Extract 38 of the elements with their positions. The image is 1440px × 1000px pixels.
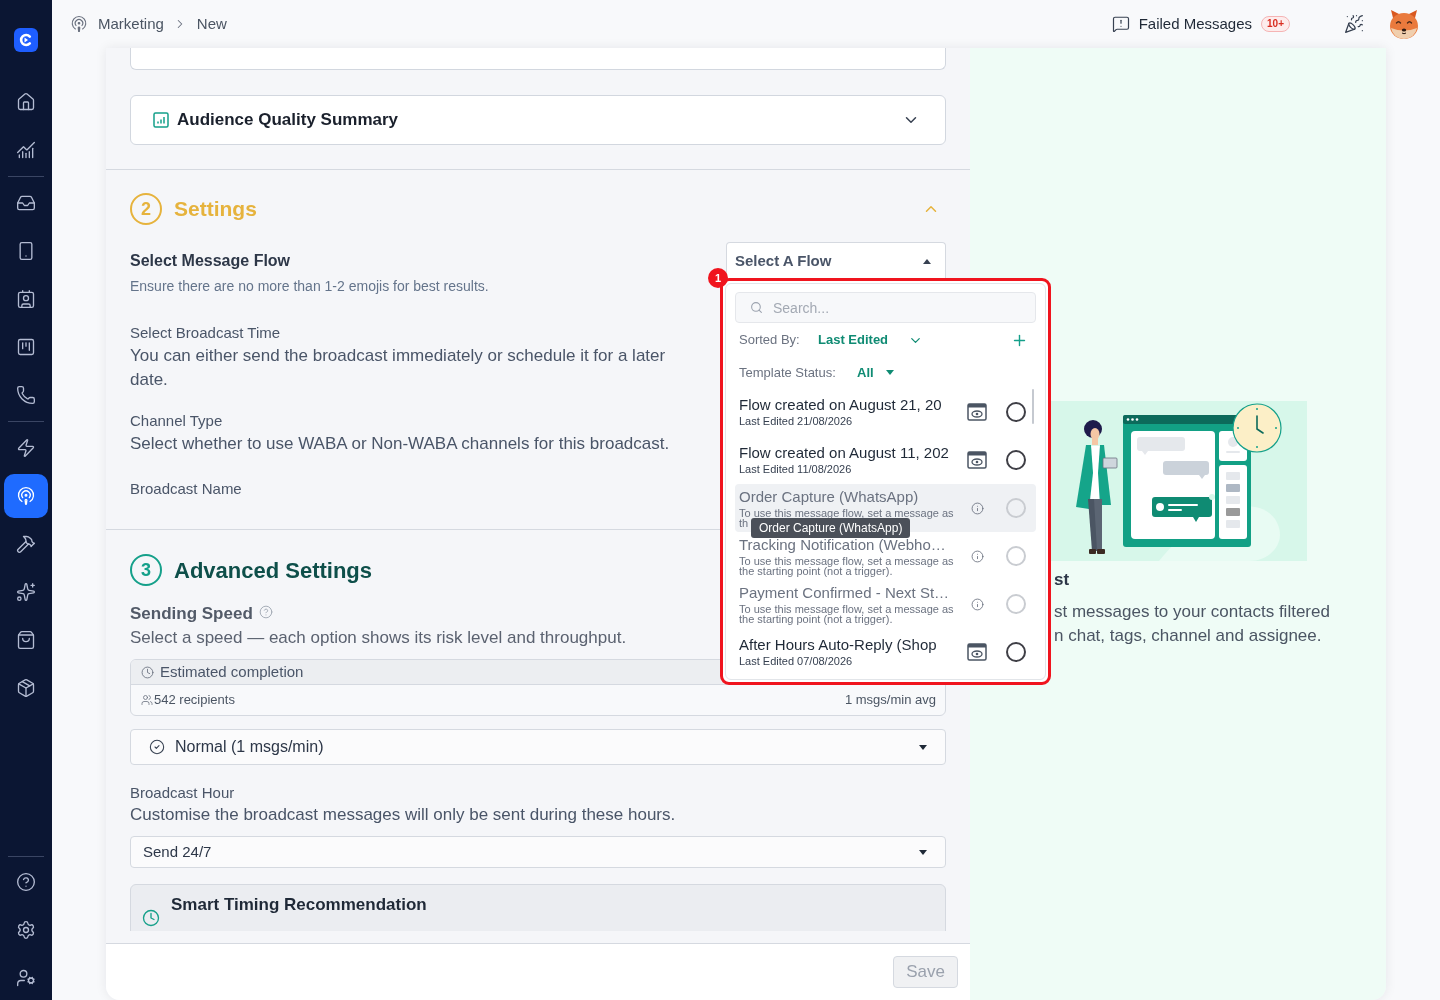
field-description: Customise the broadcast messages will only be sent during these hours.: [130, 804, 676, 826]
estimate-title: Estimated completion: [160, 661, 304, 682]
field-description: Select a speed — each option shows its risk level and throughput.: [130, 627, 627, 649]
flow-title: Order Capture (WhatsApp): [739, 488, 919, 506]
flow-title: Flow created on August 21, 20: [739, 396, 942, 414]
flow-description: th: [739, 518, 749, 528]
field-description: Ensure there are no more than 1-2 emojis for best results.: [130, 277, 489, 296]
flow-title: Payment Confirmed - Next St…: [739, 584, 950, 602]
flow-subtitle: Last Edited 11/08/2026: [739, 462, 852, 476]
flow-subtitle: Last Edited 21/08/2026: [739, 414, 853, 428]
field-label: Sending Speed: [130, 603, 253, 625]
recipient-count: 542 recipients: [154, 691, 235, 710]
flow-title: After Hours Auto-Reply (Shop: [739, 636, 937, 654]
section-title: Settings: [174, 196, 257, 223]
step-number: 3: [130, 554, 162, 586]
field-label: Channel Type: [130, 411, 223, 431]
field-label: Broadcast Name: [130, 479, 242, 499]
info-title: st: [1054, 568, 1070, 591]
field-label: Select Broadcast Time: [130, 323, 281, 343]
status-label: Template Status:: [739, 363, 837, 382]
send-rate: 1 msgs/min avg: [844, 691, 936, 710]
card-title: Smart Timing Recommendation: [171, 895, 427, 915]
field-label: Select Message Flow: [130, 251, 291, 271]
flow-title: Tracking Notification (Webho…: [739, 536, 946, 554]
flow-description: To use this message flow, set a message as the starting point (not a trigger).: [739, 556, 954, 576]
step-number: 2: [130, 193, 162, 225]
flow-title: Flow created on August 11, 202: [739, 444, 949, 462]
flow-subtitle: Last Edited 07/08/2026: [739, 654, 853, 668]
flow-description: To use this message flow, set a message as: [739, 508, 954, 518]
info-description: st messages to your contacts filtered n chat, tags, channel and assignee.: [1054, 600, 1330, 647]
field-description: Select whether to use WABA or Non-WABA channels for this broadcast.: [130, 433, 670, 455]
tooltip: Order Capture (WhatsApp): [751, 518, 911, 538]
field-label: Broadcast Hour: [130, 783, 235, 803]
flow-description: To use this message flow, set a message as the starting point (not a trigger).: [739, 604, 954, 624]
count-badge: 10+: [1261, 16, 1290, 32]
field-description: You can either send the broadcast immediately or schedule it for a later date.: [130, 345, 667, 391]
section-title: Advanced Settings: [174, 556, 373, 585]
sort-label: Sorted By:: [739, 331, 801, 350]
